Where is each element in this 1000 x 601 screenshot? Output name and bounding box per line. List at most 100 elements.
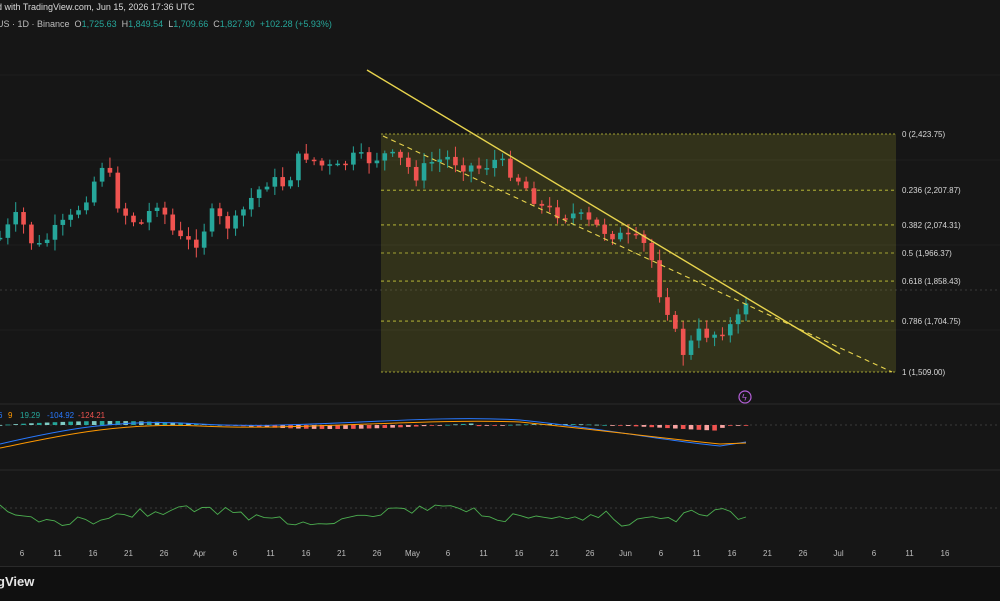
candle-body <box>288 180 293 187</box>
candle-body <box>727 324 733 336</box>
fib-level-label: 0.5 (1,966.37) <box>902 249 952 258</box>
macd-histogram-bar <box>60 421 66 425</box>
time-axis-tick: 6 <box>872 549 877 558</box>
macd-histogram-bar <box>657 425 662 428</box>
candle-body <box>5 224 11 238</box>
candle-body <box>468 165 474 172</box>
macd-histogram-bar <box>91 421 97 425</box>
macd-histogram-bar <box>665 425 670 429</box>
fib-level-label: 0 (2,423.75) <box>902 130 945 139</box>
macd-histogram-bar <box>673 425 678 429</box>
macd-histogram-bar <box>351 425 356 429</box>
macd-histogram-bar <box>68 421 73 425</box>
candle-body <box>209 208 215 232</box>
candle-body <box>735 314 741 325</box>
macd-histogram-bar <box>358 425 364 429</box>
candle-body <box>429 162 435 164</box>
macd-histogram-bar <box>421 425 427 427</box>
time-axis-tick: 11 <box>53 549 62 558</box>
candle-body <box>657 260 662 298</box>
time-axis-tick: 21 <box>550 549 559 558</box>
candle-body <box>476 165 482 169</box>
macd-histogram-bar <box>44 422 50 425</box>
macd-histogram-bar <box>461 423 466 425</box>
time-axis: 6 11 16 21 26 Apr 6 11 16 21 26 May 6 11 16 21 26 Jun 6 11 1… <box>20 549 950 558</box>
macd-histogram-bar <box>492 425 498 426</box>
candle-body <box>319 160 325 166</box>
candle-body <box>406 157 411 167</box>
candle-body <box>264 186 270 190</box>
candle-body <box>248 197 254 210</box>
fib-level-label: 0.786 (1,704.75) <box>902 317 961 326</box>
macd-histogram-bar <box>610 425 615 426</box>
fib-level-label: 0.382 (2,074.31) <box>902 221 961 230</box>
macd-histogram-bar <box>366 425 372 429</box>
indicator-value-1: 6 <box>0 411 3 420</box>
candle-body <box>539 203 545 206</box>
macd-histogram-bar <box>21 423 26 425</box>
macd-histogram-bar <box>704 425 710 431</box>
time-axis-tick: 21 <box>124 549 133 558</box>
macd-histogram-bar <box>84 421 89 425</box>
macd-histogram-bar <box>429 425 435 426</box>
candle-body <box>508 158 513 178</box>
macd-histogram-bar <box>508 424 513 426</box>
candle-body <box>633 233 639 236</box>
candle-body <box>351 152 356 165</box>
macd-histogram-bar <box>13 424 19 425</box>
candle-body <box>201 231 207 248</box>
macd-histogram-bar <box>743 425 749 426</box>
macd-histogram-bar <box>476 425 482 427</box>
macd-histogram-bar <box>727 425 733 426</box>
candle-body <box>413 166 419 181</box>
candle-body <box>170 214 176 231</box>
macd-histogram-bar <box>0 425 3 426</box>
macd-histogram-bar <box>343 425 348 429</box>
candle-body <box>358 152 364 154</box>
time-axis-tick: May <box>405 549 420 558</box>
macd-histogram-bar <box>382 425 388 428</box>
candle-body <box>186 236 191 240</box>
candle-body <box>303 153 309 160</box>
candle-body <box>256 189 262 198</box>
candle-body <box>665 297 670 315</box>
time-axis-tick: Apr <box>193 549 206 558</box>
fib-retracement-zone[interactable] <box>381 134 896 372</box>
candle-body <box>194 239 199 248</box>
candle-body <box>610 233 615 240</box>
price-chart[interactable]: 0 (2,423.75) 0.236 (2,207.87) 0.382 (2,074… <box>0 0 1000 566</box>
macd-histogram-bar <box>36 422 42 425</box>
time-axis-tick: 11 <box>266 549 275 558</box>
fib-level-label: 0.618 (1,858.43) <box>902 277 961 286</box>
candle-body <box>13 212 19 225</box>
candle-body <box>712 334 717 338</box>
macd-histogram-bar <box>633 425 639 427</box>
time-axis-tick: 16 <box>302 549 311 558</box>
candle-body <box>21 212 26 225</box>
candle-body <box>743 303 749 315</box>
macd-histogram-bar <box>390 425 395 428</box>
candle-body <box>91 181 97 203</box>
candle-body <box>680 328 686 355</box>
macd-histogram-bar <box>720 425 725 428</box>
fib-level-label: 0.236 (2,207.87) <box>902 186 961 195</box>
candle-body <box>178 230 183 237</box>
time-axis-tick: 6 <box>659 549 664 558</box>
candle-body <box>515 177 521 182</box>
candle-body <box>44 239 50 244</box>
macd-histogram-bar <box>578 424 584 426</box>
macd-histogram-bar <box>712 425 717 431</box>
macd-histogram-bar <box>735 425 741 426</box>
time-axis-tick: 21 <box>337 549 346 558</box>
candle-body <box>162 207 168 215</box>
candle-body <box>296 153 301 181</box>
macd-histogram-bar <box>523 424 529 426</box>
candle-body <box>366 152 372 164</box>
time-axis-tick: Jun <box>619 549 632 558</box>
candle-body <box>154 207 160 211</box>
time-axis-tick: 16 <box>89 549 98 558</box>
rsi-indicator-pane <box>0 504 1000 527</box>
lightning-alert-icon[interactable]: ϟ <box>738 390 752 404</box>
candle-body <box>673 314 678 329</box>
candle-body <box>492 159 498 169</box>
